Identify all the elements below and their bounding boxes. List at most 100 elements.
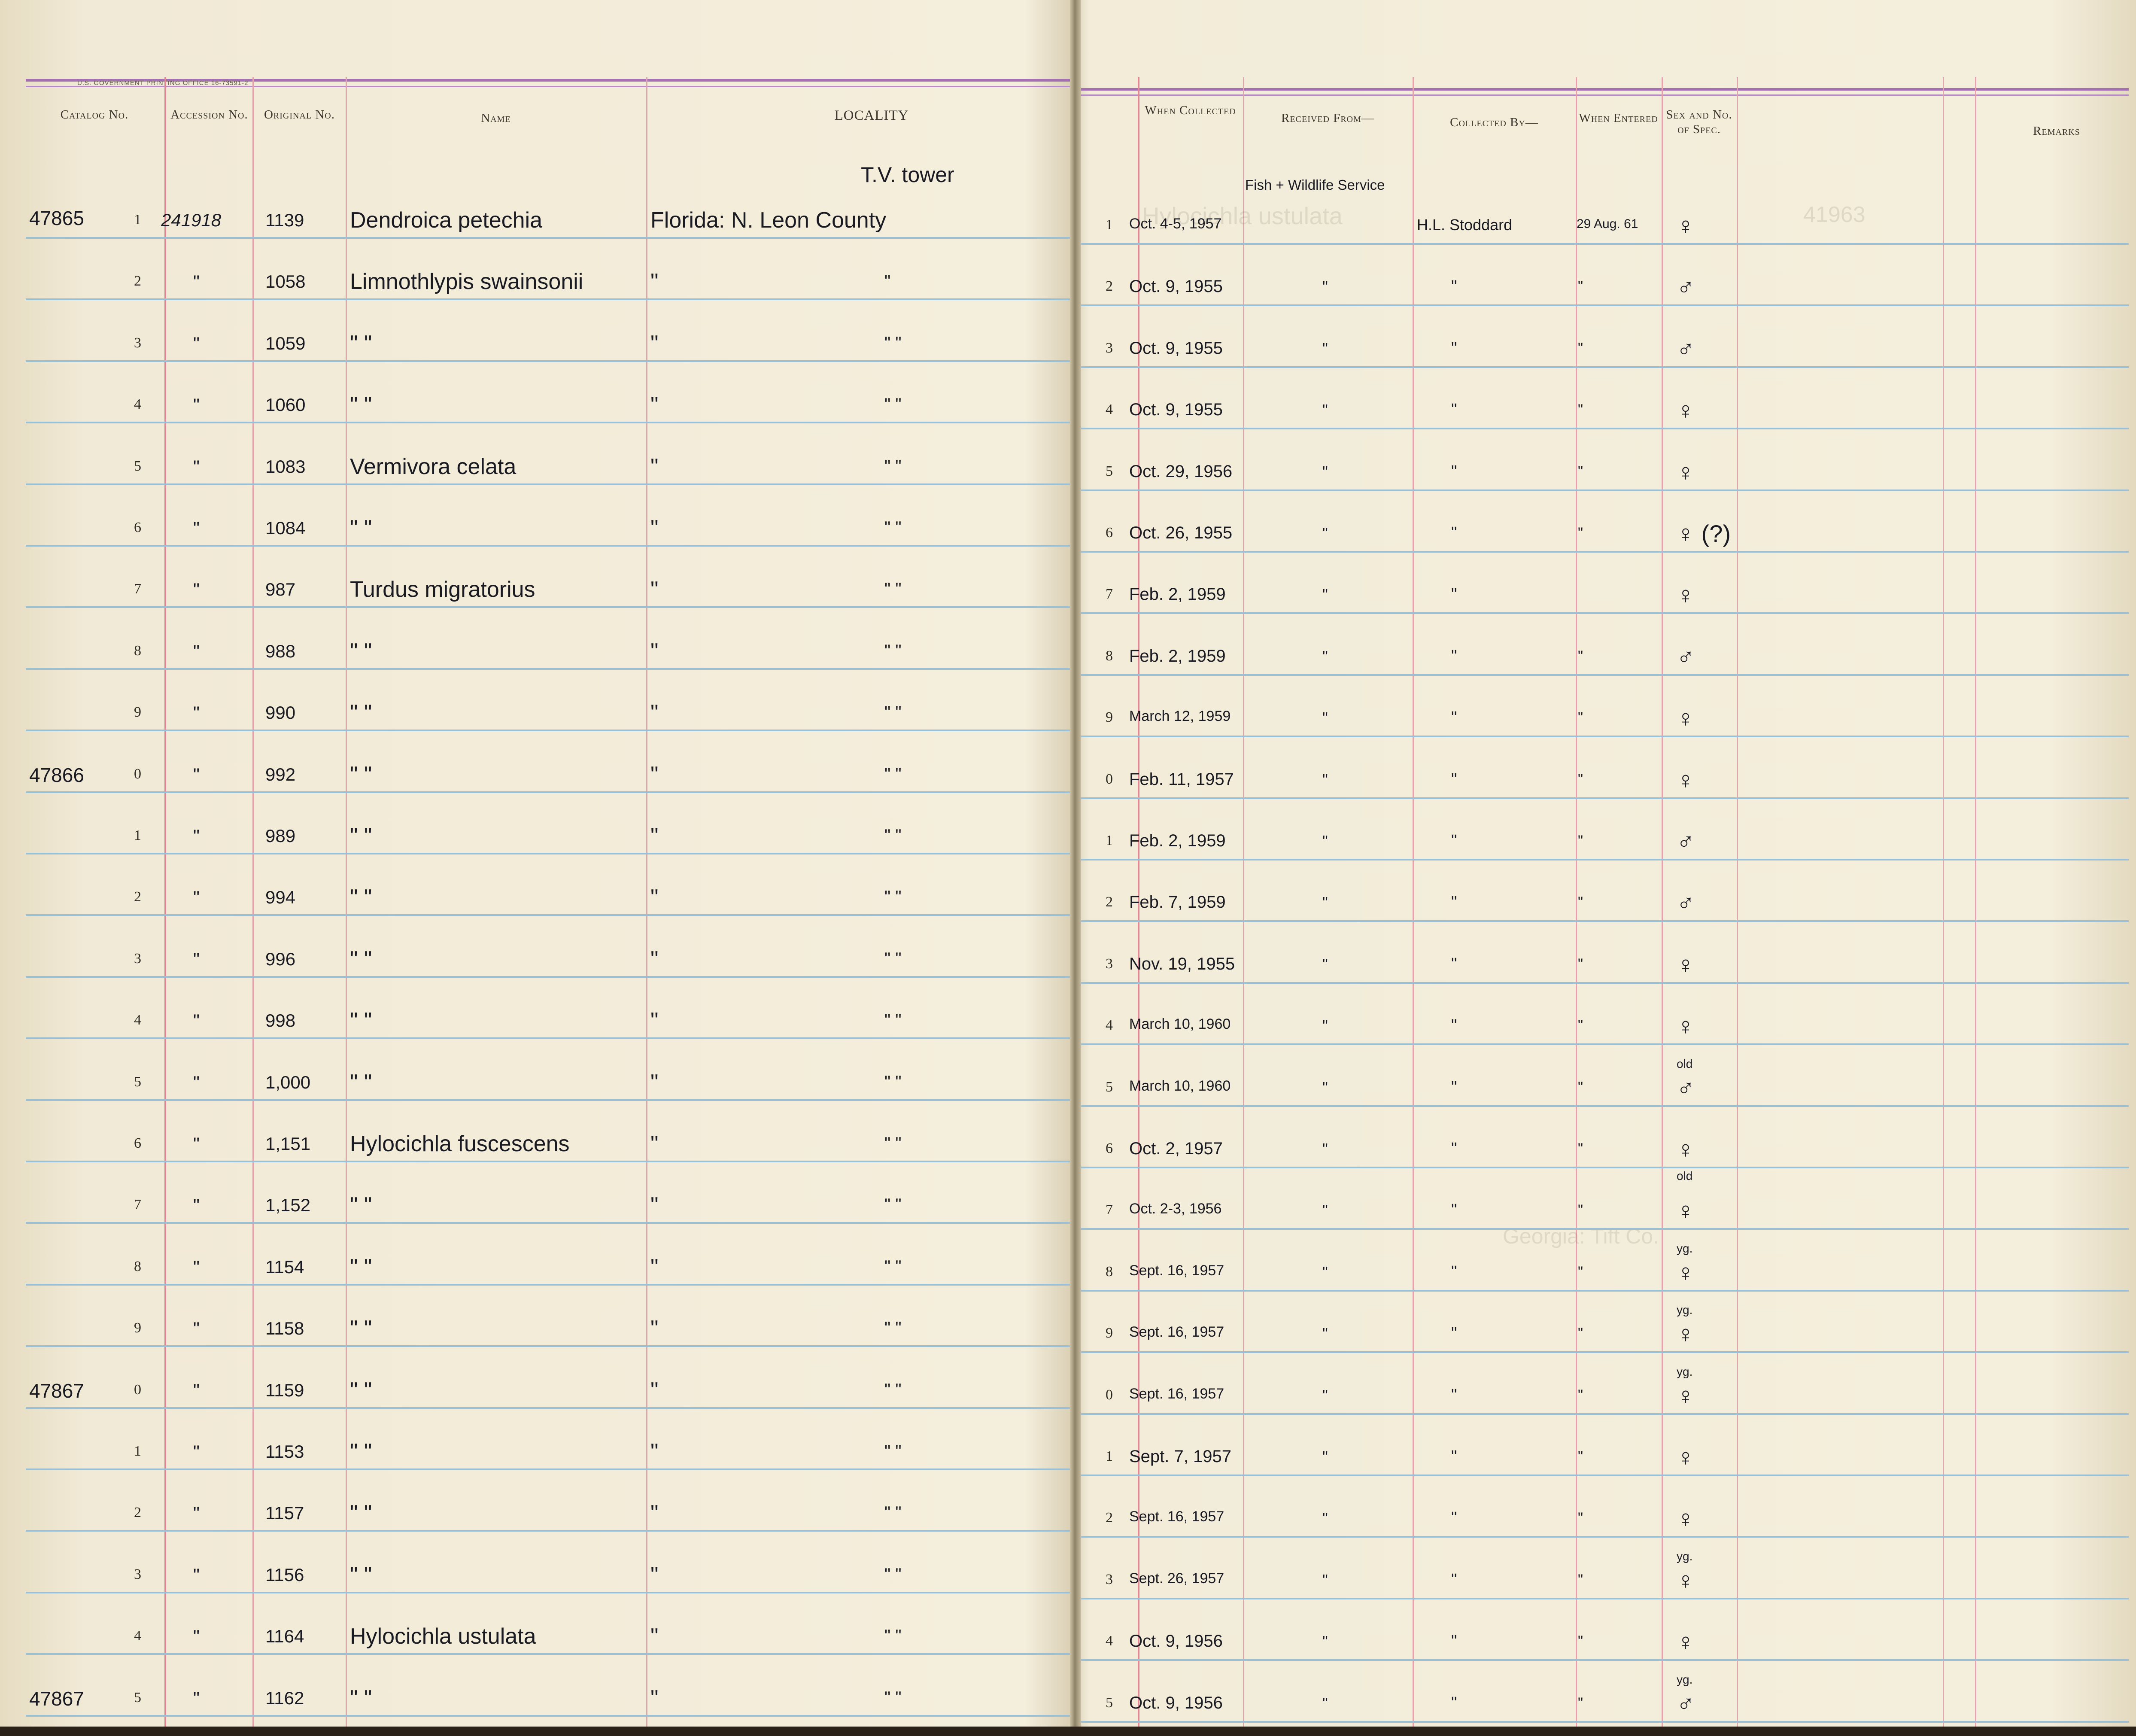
date-entered: ": [1578, 709, 1583, 726]
species-name: " ": [350, 1439, 372, 1464]
original-number: 998: [265, 1010, 296, 1031]
original-number: 1,151: [265, 1134, 311, 1154]
accession-number: ": [193, 1134, 200, 1154]
row-rule-left: [26, 1407, 1070, 1409]
catalog-digit: 0: [134, 766, 141, 782]
species-name: " ": [350, 700, 372, 725]
accession-number: ": [193, 1195, 200, 1215]
right-catalog-digit: 1: [1106, 217, 1113, 233]
collected-by: ": [1451, 1140, 1457, 1158]
collected-by: ": [1451, 1509, 1457, 1527]
locality: ": [650, 639, 659, 664]
locality: ": [650, 700, 659, 725]
species-name: " ": [350, 1563, 372, 1587]
bleed-through-text: 41963: [1803, 202, 1866, 227]
catalog-number: 47867: [29, 1687, 84, 1710]
right-catalog-digit: 3: [1106, 1572, 1113, 1587]
collected-by: ": [1451, 1632, 1457, 1650]
date-collected: Oct. 9, 1955: [1129, 277, 1223, 296]
right-catalog-digit: 7: [1106, 1202, 1113, 1218]
locality: ": [650, 454, 659, 479]
sex-symbol: ♀: [1677, 766, 1695, 794]
received-from: ": [1322, 894, 1328, 911]
date-entered: ": [1578, 1387, 1583, 1403]
date-entered: ": [1578, 1325, 1583, 1341]
date-collected: March 12, 1959: [1129, 708, 1231, 724]
locality: ": [650, 824, 659, 848]
right-catalog-digit: 2: [1106, 278, 1113, 294]
date-entered: ": [1578, 1510, 1583, 1526]
locality-ditto: " ": [884, 1503, 902, 1522]
locality: Florida: N. Leon County: [650, 208, 887, 233]
species-name: " ": [350, 1255, 372, 1280]
date-collected: Oct. 9, 1956: [1129, 1632, 1223, 1651]
catalog-digit: 3: [134, 951, 141, 967]
locality-ditto: " ": [884, 1319, 902, 1338]
original-number: 1154: [265, 1257, 304, 1277]
received-from: ": [1322, 340, 1328, 357]
date-entered: ": [1578, 1140, 1583, 1157]
accession-number: ": [193, 1565, 200, 1585]
right-catalog-digit: 5: [1106, 463, 1113, 479]
sex-symbol: ♀: [1677, 1567, 1695, 1594]
sex-symbol: ♀: [1677, 1505, 1695, 1532]
collected-by: ": [1451, 647, 1457, 665]
header-catalog-no: Catalog No.: [60, 108, 129, 122]
species-name: " ": [350, 516, 372, 541]
row-rule-right: [1081, 674, 2129, 676]
received-from: ": [1322, 771, 1328, 788]
date-entered: ": [1578, 771, 1583, 787]
row-rule-right: [1081, 1721, 2129, 1723]
locality-ditto: " ": [884, 641, 902, 660]
rule-collector-right: [1576, 77, 1577, 1736]
row-rule-left: [26, 1222, 1070, 1224]
row-rule-right: [1081, 859, 2129, 860]
received-from: ": [1322, 1325, 1328, 1342]
locality: ": [650, 1378, 659, 1403]
collected-by: ": [1451, 832, 1457, 850]
original-number: 990: [265, 702, 296, 723]
right-catalog-digit: 7: [1106, 586, 1113, 602]
date-collected: March 10, 1960: [1129, 1016, 1231, 1032]
row-rule-left: [26, 1592, 1070, 1593]
locality-ditto: " ": [884, 580, 902, 599]
date-collected: March 10, 1960: [1129, 1078, 1231, 1094]
catalog-digit: 2: [134, 273, 141, 289]
locality-ditto: " ": [884, 1380, 902, 1399]
row-rule-right: [1081, 1105, 2129, 1107]
date-collected: Sept. 26, 1957: [1129, 1570, 1224, 1587]
date-entered: ": [1578, 1695, 1583, 1711]
species-name: " ": [350, 1501, 372, 1526]
catalog-digit: 1: [134, 212, 141, 228]
accession-number: ": [193, 271, 200, 292]
accession-number: ": [193, 1626, 200, 1646]
sex-symbol: ♀: [1677, 1012, 1695, 1040]
collected-by: ": [1451, 955, 1457, 973]
row-rule-left: [26, 914, 1070, 916]
original-number: 1139: [265, 210, 304, 230]
sex-age-note: old: [1677, 1057, 1693, 1070]
collected-by: ": [1451, 339, 1457, 357]
header-locality: LOCALITY: [834, 108, 909, 123]
date-entered: ": [1578, 648, 1583, 664]
date-collected: Feb. 2, 1959: [1129, 831, 1226, 850]
received-from: ": [1322, 1633, 1328, 1650]
accession-number: ": [193, 456, 200, 477]
right-catalog-digit: 9: [1106, 1325, 1113, 1341]
left-page: [0, 0, 1073, 1736]
received-from: ": [1322, 1694, 1328, 1712]
date-entered: ": [1578, 278, 1583, 295]
sex-symbol: ♀: [1677, 397, 1695, 424]
species-name: " ": [350, 885, 372, 910]
catalog-digit: 8: [134, 643, 141, 659]
right-catalog-digit: 6: [1106, 1140, 1113, 1156]
accession-number: ": [193, 764, 200, 784]
row-rule-left: [26, 422, 1070, 423]
accession-number: ": [193, 887, 200, 907]
collected-by: ": [1451, 524, 1457, 542]
locality-ditto: " ": [884, 1073, 902, 1091]
date-entered: ": [1578, 340, 1583, 356]
locality: ": [650, 1255, 659, 1280]
locality-ditto: " ": [884, 1442, 902, 1461]
accession-number: ": [193, 641, 200, 661]
